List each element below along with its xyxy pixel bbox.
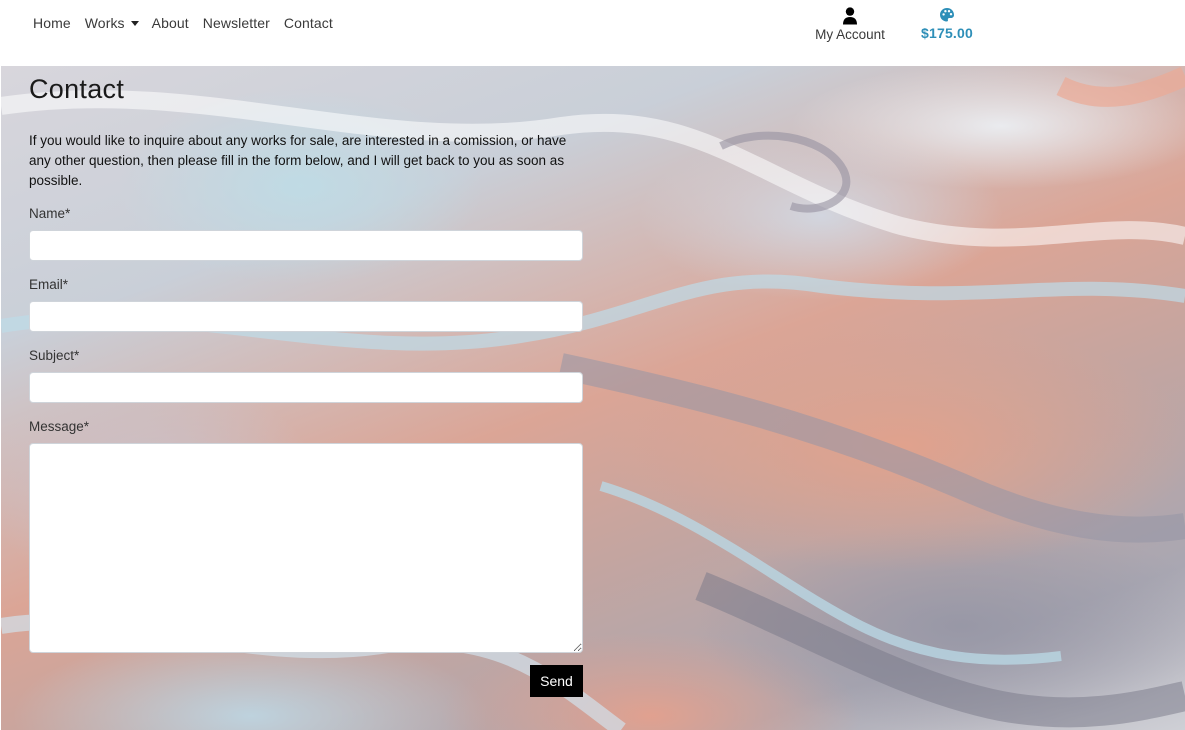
nav-home-link[interactable]: Home bbox=[33, 15, 71, 31]
page-title: Contact bbox=[29, 74, 125, 104]
palette-icon bbox=[940, 8, 954, 22]
nav-links: Home Works About Newsletter Contact bbox=[33, 15, 347, 31]
caret-down-icon bbox=[130, 21, 139, 26]
nav-contact-link[interactable]: Contact bbox=[284, 15, 333, 31]
nav-about-link[interactable]: About bbox=[152, 15, 189, 31]
subject-label: Subject* bbox=[29, 348, 80, 363]
nav-works-label: Works bbox=[84, 15, 125, 31]
nav-newsletter-link[interactable]: Newsletter bbox=[203, 15, 270, 31]
navbar: Home Works About Newsletter Contact My A… bbox=[0, 0, 1185, 66]
user-icon bbox=[843, 7, 857, 25]
send-button[interactable]: Send bbox=[530, 665, 583, 697]
email-input[interactable] bbox=[29, 301, 583, 332]
email-label: Email* bbox=[29, 277, 69, 292]
my-account-label: My Account bbox=[815, 27, 885, 42]
message-textarea[interactable] bbox=[29, 443, 583, 653]
intro-text: If you would like to inquire about any w… bbox=[29, 133, 567, 188]
message-label: Message* bbox=[29, 419, 90, 434]
name-input[interactable] bbox=[29, 230, 583, 261]
cart-link[interactable]: $175.00 bbox=[920, 7, 974, 41]
name-label: Name* bbox=[29, 206, 71, 221]
subject-input[interactable] bbox=[29, 372, 583, 403]
cart-total: $175.00 bbox=[920, 25, 973, 41]
my-account-link[interactable]: My Account bbox=[813, 7, 887, 42]
nav-works-dropdown[interactable]: Works bbox=[85, 15, 139, 31]
